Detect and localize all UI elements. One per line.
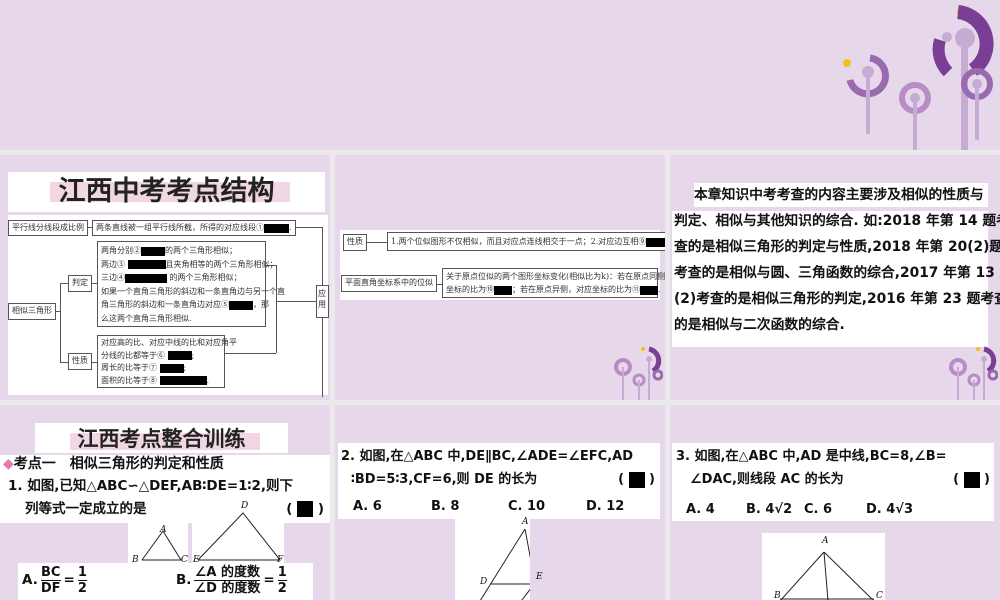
slide-chapter-summary[interactable]: 本章知识中考考查的内容主要涉及相似的性质与 判定、相似与其他知识的综合. 如:2… — [670, 155, 1000, 400]
option-b[interactable]: B. 4√2 — [746, 498, 792, 521]
section-heading: ◆考点一 相似三角形的判定和性质 — [3, 456, 224, 472]
answer-blank — [264, 223, 289, 233]
flower-decoration-icon — [843, 5, 994, 150]
slide-question-1[interactable]: 江西考点整合训练 ◆考点一 相似三角形的判定和性质 1. 如图,已知△ABC∽△… — [0, 405, 330, 600]
flower-decoration-icon — [949, 346, 998, 400]
judge-label: 判定 — [68, 275, 92, 292]
prop-label: 性质 — [68, 353, 92, 370]
answer-blank — [628, 471, 645, 488]
prop-content: 对应高的比、对应中线的比和对应角平 分线的比都等于⑥ ; 周长的比等于⑦ ; 面… — [97, 335, 237, 388]
parallel-label: 平行线分线段成比例 — [8, 220, 88, 236]
slide-title: 江西中考考点结构 — [58, 176, 275, 207]
option-d[interactable]: D. 4√3 — [866, 498, 913, 521]
option-a[interactable]: A. BC DF = 12 — [22, 565, 87, 596]
triangle-figure — [480, 528, 530, 600]
option-a[interactable]: A. 4 — [686, 498, 715, 521]
apply-label: 应用 — [316, 285, 329, 318]
answer-blank — [963, 471, 980, 488]
parallel-text: 两条直线被一组平行线所截，所得的对应线段①. — [92, 220, 296, 236]
slide-question-2[interactable]: 2. 如图,在△ABC 中,DE∥BC,∠ADE=∠EFC,AD ∶BD=5∶3… — [335, 405, 665, 600]
slide-homothety[interactable]: 性质 1.两个位似图形不仅相似，而且对应点连线相交于一点；2.对应边互相⑨. 平… — [335, 155, 665, 400]
option-d[interactable]: D. 12 — [586, 495, 624, 518]
homothety-prop-text: 1.两个位似图形不仅相似，而且对应点连线相交于一点；2.对应边互相⑨. — [387, 232, 665, 251]
triangle-figures — [141, 512, 282, 561]
summary-paragraph: 本章知识中考考查的内容主要涉及相似的性质与 判定、相似与其他知识的综合. 如:2… — [674, 187, 1000, 333]
slide-question-3[interactable]: 3. 如图,在△ABC 中,AD 是中线,BC=8,∠B= ∠DAC,则线段 A… — [670, 405, 1000, 600]
slide-exam-structure[interactable]: 江西中考考点结构 平行线分线段成比例 两条直线被一组平行线所截，所得的对应线段①… — [0, 155, 330, 400]
judge-content: 两角分别② 的两个三角形相似； 两边③ 且夹角相等的两个三角形相似； 三边④ 的两… — [97, 241, 285, 327]
answer-blank — [297, 501, 314, 517]
similar-triangles-label: 相似三角形 — [8, 303, 56, 320]
homothety-prop-label: 性质 — [343, 234, 367, 251]
option-c[interactable]: C. 10 — [508, 495, 545, 518]
slide-header[interactable] — [0, 0, 1000, 150]
question-text: 3. 如图,在△ABC 中,AD 是中线,BC=8,∠B= ∠DAC,则线段 A… — [676, 449, 990, 488]
coord-text: 关于原点位似的两个图形坐标变化(相似比为k)：若在原点同侧，对应 坐标的比为⑩；… — [442, 268, 665, 298]
flower-decoration-icon — [614, 346, 663, 400]
option-a[interactable]: A. 6 — [353, 495, 382, 518]
option-c[interactable]: C. 6 — [804, 498, 832, 521]
option-b[interactable]: B. 8 — [431, 495, 459, 518]
question-text: 2. 如图,在△ABC 中,DE∥BC,∠ADE=∠EFC,AD ∶BD=5∶3… — [341, 449, 655, 488]
coord-label: 平面直角坐标系中的位似 — [341, 275, 437, 292]
option-b[interactable]: B. ∠A 的度数 ∠D 的度数 = 12 — [176, 565, 287, 596]
slide-title: 江西考点整合训练 — [77, 427, 246, 451]
